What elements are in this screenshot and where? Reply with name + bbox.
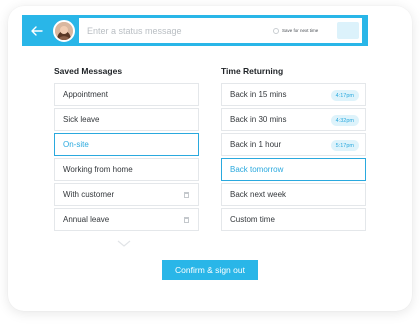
time-returning-label: Back next week xyxy=(230,190,287,199)
saved-messages-list: Appointment Sick leave On-site Working f… xyxy=(54,83,199,233)
time-returning-label: Back in 1 hour xyxy=(230,140,282,149)
set-status-button[interactable] xyxy=(337,22,359,39)
saved-message-item[interactable]: Working from home xyxy=(54,158,199,181)
time-returning-title: Time Returning xyxy=(221,66,284,76)
back-button[interactable] xyxy=(22,15,52,46)
trash-icon[interactable] xyxy=(184,192,189,198)
time-returning-item-selected[interactable]: Back tomorrow xyxy=(221,158,366,181)
saved-message-label: Annual leave xyxy=(63,215,110,224)
saved-message-label: Working from home xyxy=(63,165,133,174)
trash-icon[interactable] xyxy=(184,217,189,223)
status-message-input[interactable] xyxy=(79,18,269,43)
return-time-badge: 4:17pm xyxy=(330,90,359,101)
saved-message-label: With customer xyxy=(63,190,115,199)
time-returning-label: Back in 30 mins xyxy=(230,115,287,124)
time-returning-item[interactable]: Back in 30 mins 4:32pm xyxy=(221,108,366,131)
time-returning-item[interactable]: Back in 1 hour 5:17pm xyxy=(221,133,366,156)
time-returning-label: Back tomorrow xyxy=(230,165,284,174)
time-returning-label: Back in 15 mins xyxy=(230,90,287,99)
saved-messages-title: Saved Messages xyxy=(54,66,123,76)
saved-message-label: On-site xyxy=(63,140,89,149)
time-returning-item[interactable]: Custom time xyxy=(221,208,366,231)
arrow-left-icon xyxy=(31,25,43,36)
avatar[interactable] xyxy=(53,19,75,42)
user-photo xyxy=(55,21,73,40)
status-message-box: Save for next time xyxy=(79,18,362,43)
return-time-badge: 4:32pm xyxy=(330,115,359,126)
time-returning-list: Back in 15 mins 4:17pm Back in 30 mins 4… xyxy=(221,83,366,233)
saved-message-item-selected[interactable]: On-site xyxy=(54,133,199,156)
save-checkbox[interactable] xyxy=(273,27,279,34)
chevron-down-icon[interactable] xyxy=(117,240,131,248)
saved-message-label: Appointment xyxy=(63,90,108,99)
saved-message-item[interactable]: Sick leave xyxy=(54,108,199,131)
time-returning-item[interactable]: Back in 15 mins 4:17pm xyxy=(221,83,366,106)
return-time-badge: 5:17pm xyxy=(330,140,359,151)
time-returning-label: Custom time xyxy=(230,215,275,224)
status-header-bar: Save for next time xyxy=(22,15,368,46)
confirm-sign-out-button[interactable]: Confirm & sign out xyxy=(162,260,258,280)
save-for-next-time-label: Save for next time xyxy=(282,28,319,33)
saved-message-item[interactable]: Annual leave xyxy=(54,208,199,231)
save-for-next-time-toggle[interactable]: Save for next time xyxy=(273,27,319,34)
saved-message-label: Sick leave xyxy=(63,115,100,124)
saved-message-item[interactable]: Appointment xyxy=(54,83,199,106)
time-returning-item[interactable]: Back next week xyxy=(221,183,366,206)
saved-message-item[interactable]: With customer xyxy=(54,183,199,206)
